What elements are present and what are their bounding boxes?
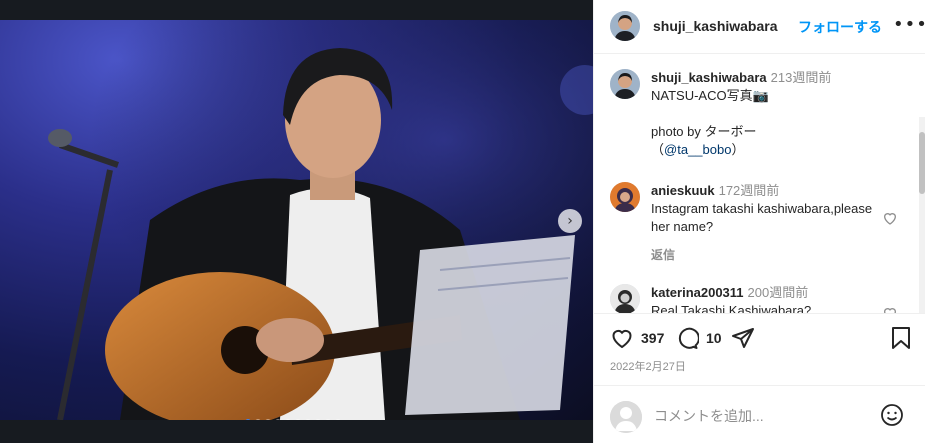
comment-time[interactable]: 200週間前 [748,285,809,300]
author-avatar[interactable] [610,11,640,41]
comment-text: Instagram takashi kashiwabara,please her… [651,201,873,234]
post-header: shuji_kashiwabara フォローする ••• [594,0,925,54]
comment-icon[interactable] [675,326,699,350]
comment-body: anieskuuk 172週間前 Instagram takashi kashiw… [651,182,891,264]
post-side-panel: shuji_kashiwabara フォローする ••• shuji_kashi… [593,0,925,443]
avatar-image [610,284,640,313]
post-photo [0,20,593,420]
emoji-icon[interactable] [880,403,904,432]
reply-button[interactable]: 返信 [651,246,891,264]
comment-username[interactable]: katerina200311 [651,285,744,300]
comment-input[interactable] [654,405,854,427]
caption-avatar[interactable] [610,69,640,99]
like-action[interactable]: 397 [610,326,664,350]
comment-action[interactable]: 10 [675,326,722,350]
comment-body: katerina200311 200週間前 Real Takashi Kashiw… [651,284,891,313]
avatar-image [610,69,640,99]
commenter-avatar[interactable] [610,284,640,313]
caption-line2: photo by ターボー [651,124,757,139]
comment-text: Real Takashi Kashiwabara? [651,303,812,313]
comments-list[interactable]: shuji_kashiwabara 213週間前 NATSU-ACO写真📷 pho… [594,55,925,313]
author-username[interactable]: shuji_kashiwabara [653,18,778,34]
add-comment-bar [594,385,925,443]
caption-username[interactable]: shuji_kashiwabara [651,70,767,85]
save-action[interactable] [890,326,912,350]
more-options-icon[interactable]: ••• [893,14,925,35]
avatar-image [610,182,640,212]
current-user-avatar [610,401,642,433]
comment-like-heart-icon[interactable] [882,305,898,313]
avatar-image [610,11,640,41]
chevron-right-icon: › [567,213,573,229]
bookmark-icon[interactable] [890,326,912,350]
post-date[interactable]: 2022年2月27日 [610,358,686,374]
media-top-bar [0,0,593,20]
comment-count[interactable]: 10 [706,330,722,346]
comment-like-heart-icon[interactable] [882,210,898,229]
caption-body: shuji_kashiwabara 213週間前 NATSU-ACO写真📷 pho… [651,69,891,159]
media-bottom-bar [0,420,593,443]
post-media: › [0,0,593,443]
caption-line1: NATSU-ACO写真📷 [651,88,769,103]
send-icon[interactable] [731,326,755,350]
default-avatar-icon [610,401,642,433]
caption-time[interactable]: 213週間前 [771,70,832,85]
performer-illustration [0,20,593,420]
share-action[interactable] [731,326,755,350]
scrollbar-thumb[interactable] [919,132,925,194]
caption-mention-link[interactable]: @ta__bobo [664,142,731,157]
comments-scrollbar[interactable] [917,117,925,313]
comment-time[interactable]: 172週間前 [719,183,780,198]
post-actions: 397 10 2022年2月27日 [594,313,925,385]
follow-button[interactable]: フォローする [798,17,882,37]
caption-close-paren: ） [731,142,745,157]
comment-username[interactable]: anieskuuk [651,183,715,198]
caption-open-paren: （ [651,142,665,157]
heart-icon[interactable] [610,326,634,350]
commenter-avatar[interactable] [610,182,640,212]
carousel-next-button[interactable]: › [558,209,582,233]
like-count[interactable]: 397 [641,330,664,346]
